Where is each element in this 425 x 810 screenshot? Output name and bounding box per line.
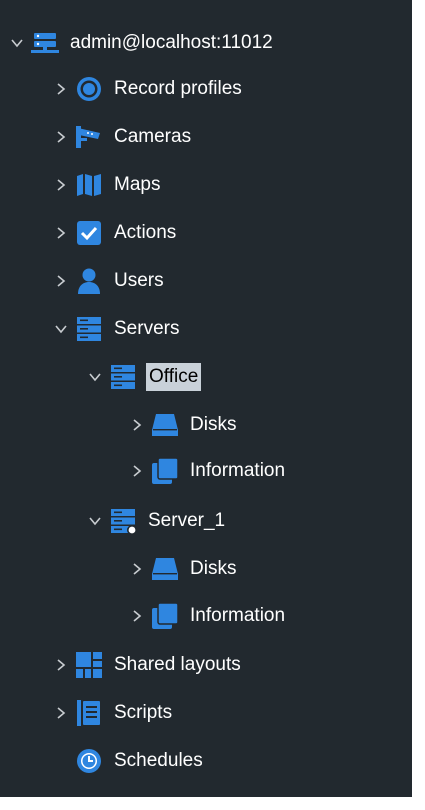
- chevron-right-icon[interactable]: [52, 176, 70, 194]
- disk-icon: [150, 410, 180, 440]
- tree-node-information[interactable]: Information: [128, 451, 287, 491]
- tree-node-label: Disks: [190, 558, 237, 579]
- chevron-right-icon[interactable]: [128, 560, 146, 578]
- tree-node-office[interactable]: Office: [86, 357, 202, 397]
- tree-node-label: Record profiles: [114, 78, 242, 99]
- chevron-down-icon[interactable]: [86, 368, 104, 386]
- tree-node-label: Shared layouts: [114, 654, 241, 675]
- tree-node-label: Actions: [114, 222, 177, 243]
- tree-node-information[interactable]: Information: [128, 596, 287, 636]
- tree-node-label: Maps: [114, 174, 161, 195]
- server-connection-icon: [30, 28, 60, 58]
- disk-icon: [150, 554, 180, 584]
- script-icon: [74, 698, 104, 728]
- tree-node-shared-layouts[interactable]: Shared layouts: [52, 645, 243, 685]
- tree-node-root[interactable]: admin@localhost:11012: [8, 23, 275, 63]
- layout-icon: [74, 650, 104, 680]
- chevron-right-icon[interactable]: [52, 704, 70, 722]
- tree-node-label: admin@localhost:11012: [70, 32, 273, 53]
- information-icon: [150, 601, 180, 631]
- tree-node-cameras[interactable]: Cameras: [52, 117, 193, 157]
- checkbox-icon: [74, 218, 104, 248]
- tree-node-scripts[interactable]: Scripts: [52, 693, 174, 733]
- chevron-right-icon[interactable]: [128, 462, 146, 480]
- tree-node-users[interactable]: Users: [52, 261, 166, 301]
- chevron-right-icon[interactable]: [52, 656, 70, 674]
- chevron-right-icon[interactable]: [52, 128, 70, 146]
- tree-node-disks[interactable]: Disks: [128, 549, 238, 589]
- tree-node-label: Schedules: [114, 750, 203, 771]
- tree-node-server-1[interactable]: Server_1: [86, 501, 227, 541]
- information-icon: [150, 456, 180, 486]
- servers-icon: [74, 314, 104, 344]
- tree-node-maps[interactable]: Maps: [52, 165, 162, 205]
- chevron-right-icon[interactable]: [52, 224, 70, 242]
- chevron-down-icon[interactable]: [86, 512, 104, 530]
- tree-node-label: Scripts: [114, 702, 173, 723]
- chevron-right-icon[interactable]: [52, 80, 70, 98]
- tree-node-servers[interactable]: Servers: [52, 309, 181, 349]
- schedule-icon: [74, 746, 104, 776]
- server-icon: [108, 362, 138, 392]
- chevron-right-icon[interactable]: [128, 416, 146, 434]
- tree-node-label: Office: [146, 363, 202, 391]
- tree-node-label: Server_1: [148, 510, 226, 531]
- camera-icon: [74, 122, 104, 152]
- user-icon: [74, 266, 104, 296]
- chevron-right-icon[interactable]: [128, 607, 146, 625]
- tree-node-label: Information: [190, 605, 286, 626]
- record-profile-icon: [74, 74, 104, 104]
- chevron-right-icon[interactable]: [52, 272, 70, 290]
- tree-node-label: Users: [114, 270, 164, 291]
- tree-node-label: Information: [190, 460, 286, 481]
- chevron-down-icon[interactable]: [8, 34, 26, 52]
- tree-node-actions[interactable]: Actions: [52, 213, 178, 253]
- tree-node-record-profiles[interactable]: Record profiles: [52, 69, 244, 109]
- tree-node-disks[interactable]: Disks: [128, 405, 238, 445]
- map-icon: [74, 170, 104, 200]
- tree-node-label: Cameras: [114, 126, 192, 147]
- tree-panel: admin@localhost:11012 Record profiles Ca…: [0, 0, 412, 797]
- tree-node-label: Disks: [190, 414, 237, 435]
- tree-node-schedules[interactable]: Schedules: [52, 741, 205, 781]
- chevron-down-icon[interactable]: [52, 320, 70, 338]
- tree-node-label: Servers: [114, 318, 180, 339]
- server-online-icon: [108, 506, 138, 536]
